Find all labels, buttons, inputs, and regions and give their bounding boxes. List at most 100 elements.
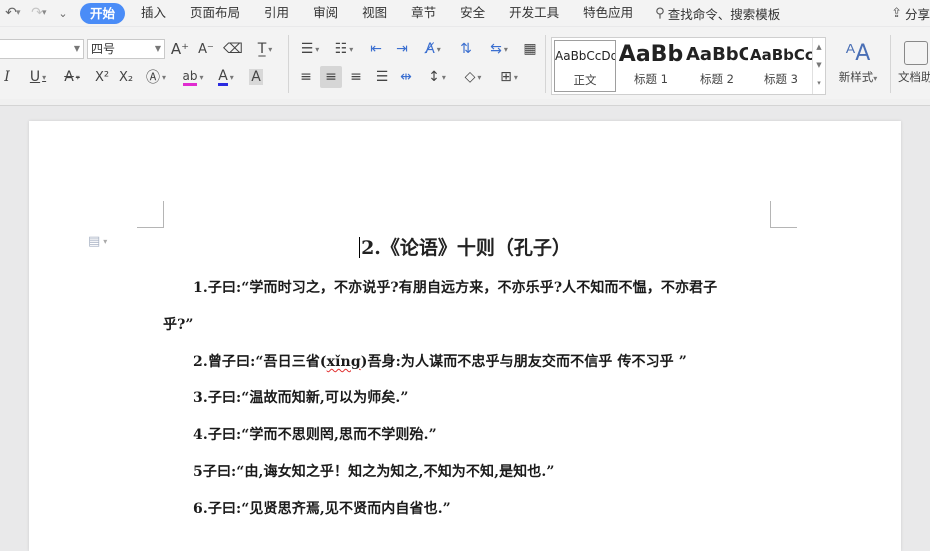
chevron-down-icon: ▾ (477, 72, 482, 82)
align-center-button[interactable]: ≡ (320, 66, 342, 88)
doc-assistant-button[interactable]: 文档助 (898, 39, 930, 85)
tab-developer[interactable]: 开发工具 (497, 0, 571, 26)
highlight-button[interactable]: ab ▾ (178, 66, 208, 88)
font-size-value: 四号 (91, 42, 116, 56)
share-button[interactable]: ⇪ 分享 (891, 0, 930, 26)
shading-button[interactable]: ◇ ▾ (458, 66, 488, 88)
style-label: 标题 2 (700, 72, 734, 86)
justify-button[interactable]: ☰ (372, 66, 392, 88)
paragraph-text: 2.曾子曰:“吾日三省( (193, 354, 327, 370)
paragraph-2[interactable]: 2.曾子曰:“吾日三省(xǐng)吾身:为人谋而不忠乎与朋友交而不信乎 传不习乎… (193, 351, 687, 371)
chevron-down-icon[interactable]: ▼ (813, 56, 825, 74)
redo-dropdown-icon[interactable]: ▾ (42, 8, 52, 18)
expand-gallery-icon[interactable]: ▾ (813, 74, 825, 92)
paragraph-text: 6.子曰:“见贤思齐焉,见不贤而内自省也.” (193, 501, 451, 517)
paragraph-5[interactable]: 5子曰:“由,诲女知之乎！知之为知之,不知为不知,是知也.” (193, 461, 555, 481)
font-size-select[interactable]: 四号 ▼ (87, 39, 165, 59)
chevron-down-icon: ▼ (73, 44, 80, 53)
chinese-layout-icon: A̸ (425, 41, 435, 57)
italic-icon: I (4, 69, 10, 85)
document-page[interactable]: ▤ ▾ 2.《论语》十则（孔子） 1.子曰:“学而时习之，不亦说乎?有朋自远方来，… (29, 121, 901, 551)
sort-button[interactable]: ⇅ (456, 38, 476, 60)
tab-review[interactable]: 审阅 (301, 0, 350, 26)
style-label: 标题 1 (634, 72, 668, 86)
phonetic-guide-button[interactable]: T̲ ▾ (250, 38, 280, 60)
clear-format-button[interactable]: ⌫ (222, 38, 244, 60)
border-icon: ⊞ (500, 69, 512, 85)
paragraph-6[interactable]: 6.子曰:“见贤思齐焉,见不贤而内自省也.” (193, 498, 451, 518)
spellcheck-word: xǐng (326, 354, 361, 370)
strikethrough-button[interactable]: A ▾ (58, 66, 86, 88)
line-spacing-button[interactable]: ↕ ▾ (422, 66, 452, 88)
style-label: 正文 (573, 73, 597, 87)
grow-font-button[interactable]: A⁺ (170, 38, 190, 60)
style-heading-2[interactable]: AaBbC 标题 2 (686, 40, 748, 92)
page-corner-mark (137, 201, 164, 228)
chevron-down-icon: ▾ (199, 72, 204, 82)
text-effect-button[interactable]: Ⓐ ▾ (142, 66, 170, 88)
table-grid-button[interactable]: ▦ (520, 38, 540, 60)
style-sample: AaBbCcI (750, 46, 812, 64)
font-name-select[interactable]: ▼ (0, 39, 84, 59)
bullets-button[interactable]: ☰ ▾ (296, 38, 324, 60)
justify-icon: ☰ (375, 69, 389, 85)
new-style-icon: ᴬA (845, 41, 871, 66)
new-style-label: 新样式 (838, 70, 874, 84)
paragraph-text: 4.子曰:“学而不思则罔,思而不学则殆.” (193, 427, 437, 443)
borders-button[interactable]: ⊞ ▾ (494, 66, 524, 88)
menu-bar: ↶ ▾ ↷ ▾ ⌄ 开始 插入 页面布局 引用 审阅 视图 章节 安全 开发工具… (0, 0, 930, 26)
new-style-button[interactable]: ᴬA 新样式▾ (832, 39, 884, 85)
paragraph-1-continuation[interactable]: 乎?” (163, 314, 194, 334)
chevron-down-icon: ▾ (513, 72, 518, 82)
text-cursor (359, 237, 361, 258)
style-heading-1[interactable]: AaBb 标题 1 (618, 40, 684, 92)
paragraph-1[interactable]: 1.子曰:“学而时习之，不亦说乎?有朋自远方来，不亦乐乎?人不知而不愠，不亦君子 (193, 277, 717, 297)
style-normal[interactable]: AaBbCcDd 正文 (554, 40, 616, 92)
align-right-icon: ≡ (350, 69, 362, 85)
search-icon: ⚲ (655, 5, 665, 21)
paragraph-3[interactable]: 3.子曰:“温故而知新,可以为师矣.” (193, 387, 409, 407)
chevron-down-icon: ▾ (75, 72, 80, 82)
tab-insert[interactable]: 插入 (129, 0, 178, 26)
tab-page-layout[interactable]: 页面布局 (178, 0, 252, 26)
chevron-down-icon: ▾ (436, 44, 441, 54)
font-color-button[interactable]: A ▾ (212, 66, 240, 88)
superscript-button[interactable]: X² (92, 66, 112, 88)
align-right-button[interactable]: ≡ (346, 66, 366, 88)
show-hide-marks-button[interactable]: ⇆ ▾ (484, 38, 514, 60)
paragraph-text: 3.子曰:“温故而知新,可以为师矣.” (193, 390, 409, 406)
decrease-indent-button[interactable]: ⇤ (366, 38, 386, 60)
customize-toolbar-icon[interactable]: ⌄ (52, 2, 74, 24)
chevron-down-icon: ▾ (42, 72, 47, 82)
shrink-font-button[interactable]: A⁻ (196, 38, 216, 60)
tab-special-apps[interactable]: 特色应用 (571, 0, 645, 26)
undo-dropdown-icon[interactable]: ▾ (16, 8, 26, 18)
underline-button[interactable]: U ▾ (24, 66, 52, 88)
subscript-icon: X₂ (118, 69, 134, 85)
distributed-align-button[interactable]: ⇹ (396, 66, 416, 88)
tab-view[interactable]: 视图 (350, 0, 399, 26)
increase-indent-button[interactable]: ⇥ (392, 38, 412, 60)
style-heading-3[interactable]: AaBbCcI 标题 3 (750, 40, 812, 92)
ribbon-separator (288, 35, 289, 93)
char-shading-button[interactable]: A (246, 66, 266, 88)
tab-security[interactable]: 安全 (448, 0, 497, 26)
font-color-icon: A (218, 67, 228, 86)
paragraph-4[interactable]: 4.子曰:“学而不思则罔,思而不学则殆.” (193, 424, 437, 444)
tab-home[interactable]: 开始 (80, 2, 126, 24)
chinese-layout-button[interactable]: A̸ ▾ (418, 38, 448, 60)
grow-font-icon: A⁺ (170, 40, 190, 58)
share-label: 分享 (904, 6, 930, 22)
text-effect-icon: Ⓐ (145, 70, 160, 86)
outdent-icon: ⇤ (370, 41, 382, 57)
chevron-up-icon[interactable]: ▲ (813, 38, 825, 56)
command-search[interactable]: ⚲ 查找命令、搜索模板 (645, 4, 790, 23)
italic-button[interactable]: I (0, 66, 14, 88)
styles-scroll[interactable]: ▲ ▼ ▾ (812, 38, 825, 94)
tab-references[interactable]: 引用 (252, 0, 301, 26)
document-title[interactable]: 2.《论语》十则（孔子） (29, 233, 901, 260)
numbering-button[interactable]: ☷ ▾ (330, 38, 358, 60)
tab-section[interactable]: 章节 (399, 0, 448, 26)
subscript-button[interactable]: X₂ (116, 66, 136, 88)
align-left-button[interactable]: ≡ (296, 66, 316, 88)
